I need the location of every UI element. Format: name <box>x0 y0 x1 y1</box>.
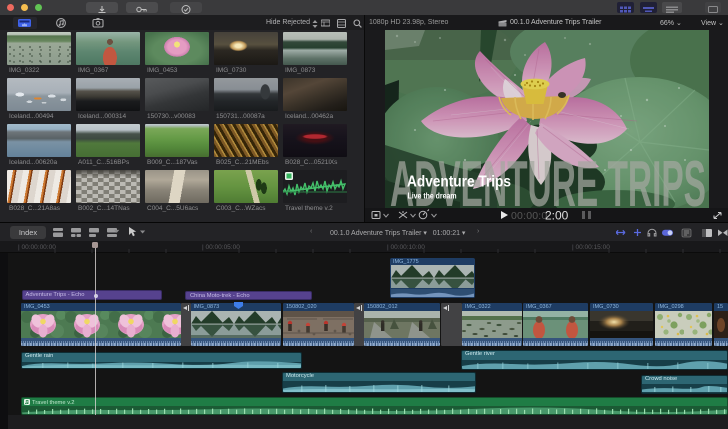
svg-text:2:00: 2:00 <box>545 209 569 223</box>
svg-text:Adventure Trips: Adventure Trips <box>407 174 511 191</box>
svg-text:Live the dream: Live the dream <box>408 192 457 201</box>
svg-text:00:00:0: 00:00:0 <box>511 210 547 222</box>
